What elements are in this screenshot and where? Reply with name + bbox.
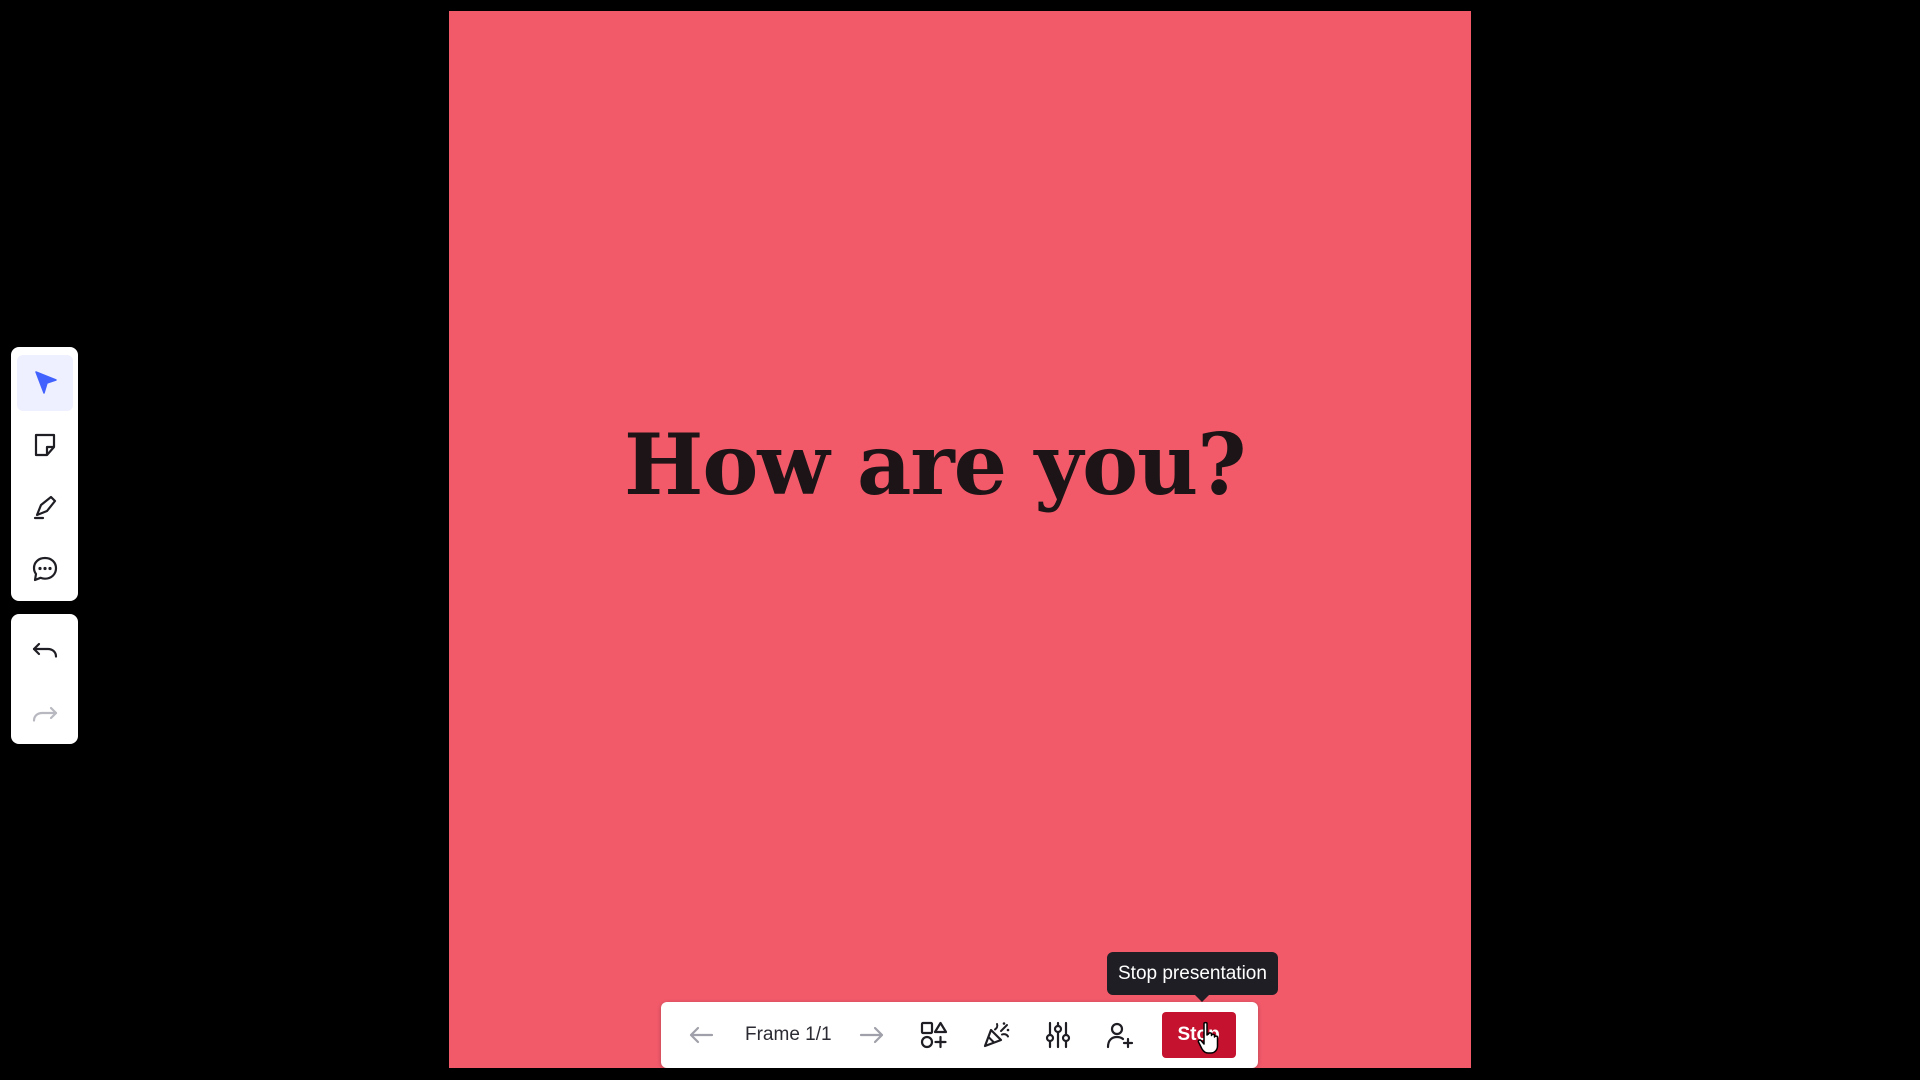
next-frame-button[interactable] xyxy=(850,1013,894,1057)
select-cursor-icon xyxy=(34,371,57,394)
sticky-note-tool-button[interactable] xyxy=(17,417,73,473)
stop-presentation-tooltip: Stop presentation xyxy=(1107,952,1278,1002)
hand-cursor-icon xyxy=(1197,1021,1219,1054)
celebrate-button[interactable] xyxy=(974,1013,1018,1057)
shapes-button[interactable] xyxy=(912,1013,956,1057)
redo-icon xyxy=(32,706,57,722)
slide-title: How are you? xyxy=(624,415,1246,514)
settings-sliders-icon xyxy=(1045,1021,1070,1049)
left-toolbar xyxy=(11,347,78,601)
pen-tool-button[interactable] xyxy=(17,479,73,535)
sticky-note-icon xyxy=(34,433,55,457)
redo-button[interactable] xyxy=(17,692,73,738)
shapes-icon xyxy=(920,1021,947,1049)
pen-icon xyxy=(33,495,56,520)
history-toolbar xyxy=(11,614,78,744)
arrow-right-icon xyxy=(859,1026,883,1044)
previous-frame-button[interactable] xyxy=(679,1013,723,1057)
undo-icon xyxy=(32,642,57,658)
invite-user-icon xyxy=(1106,1022,1133,1049)
celebrate-icon xyxy=(983,1022,1009,1048)
comment-icon xyxy=(32,556,57,582)
comment-tool-button[interactable] xyxy=(17,541,73,597)
presentation-control-bar: Frame 1/1 Stop xyxy=(661,1002,1258,1068)
undo-button[interactable] xyxy=(17,628,73,674)
slide-frame: How are you? xyxy=(449,11,1471,1068)
arrow-left-icon xyxy=(689,1026,714,1044)
presentation-stage: How are you? Stop presentation Frame 1/1… xyxy=(0,0,1920,1080)
invite-user-button[interactable] xyxy=(1098,1013,1142,1057)
frame-counter: Frame 1/1 xyxy=(745,1024,832,1045)
settings-button[interactable] xyxy=(1036,1013,1080,1057)
select-tool-button[interactable] xyxy=(16,355,73,411)
